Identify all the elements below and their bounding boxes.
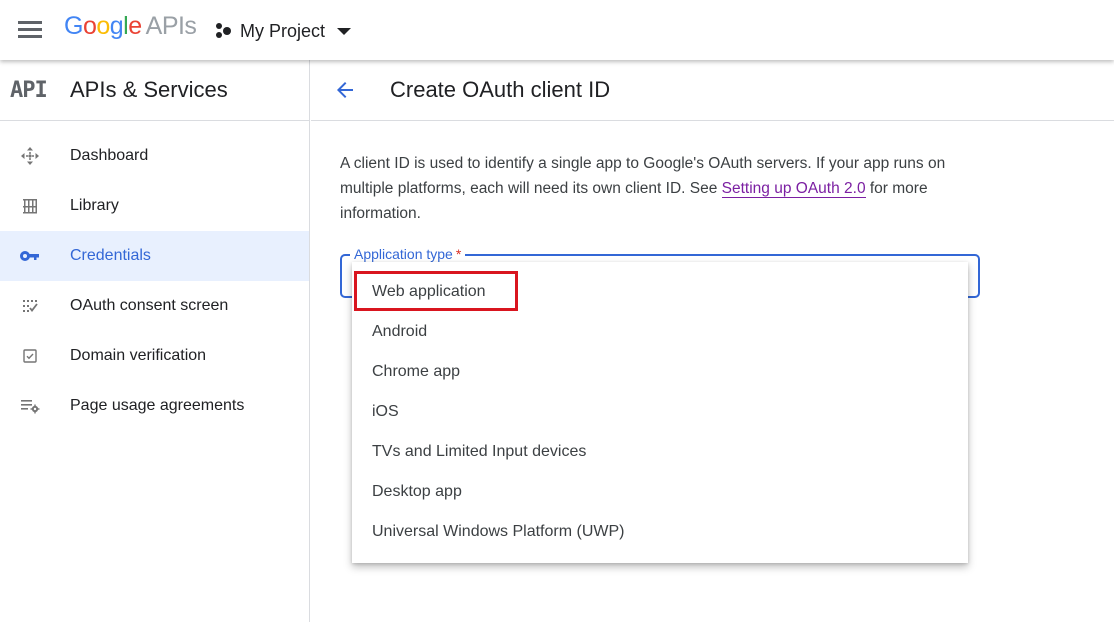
sidebar-item-credentials[interactable]: Credentials	[0, 231, 309, 281]
sidebar-item-library[interactable]: Library	[0, 181, 309, 231]
sidebar-title: APIs & Services	[70, 77, 228, 102]
setting-up-oauth-link[interactable]: Setting up OAuth 2.0	[721, 180, 866, 198]
page-header: Create OAuth client ID	[311, 60, 1114, 121]
option-tvs-limited-input[interactable]: TVs and Limited Input devices	[352, 432, 968, 472]
option-android[interactable]: Android	[352, 312, 968, 352]
google-apis-logo[interactable]: Google APIs	[64, 12, 197, 41]
option-web-application[interactable]: Web application	[352, 272, 968, 312]
arrow-back-icon	[337, 82, 353, 98]
project-selector[interactable]: My Project	[214, 20, 352, 42]
option-uwp[interactable]: Universal Windows Platform (UWP)	[352, 512, 968, 552]
sidebar-header: API APIs & Services	[0, 60, 309, 121]
hamburger-icon-bar	[18, 35, 42, 38]
hamburger-icon-bar	[18, 28, 42, 31]
logo-letter: G	[64, 12, 83, 40]
sidebar-item-label: Domain verification	[70, 347, 207, 364]
application-type-dropdown: Web application Android Chrome app iOS T…	[352, 262, 968, 563]
option-desktop-app[interactable]: Desktop app	[352, 472, 968, 512]
back-button[interactable]	[311, 60, 379, 120]
logo-letter: e	[128, 12, 142, 40]
sidebar: API APIs & Services Dashboard Library Cr…	[0, 60, 310, 622]
sidebar-nav: Dashboard Library Credentials OAuth cons…	[0, 121, 309, 431]
description: A client ID is used to identify a single…	[340, 151, 990, 226]
top-app-bar: Google APIs My Project	[0, 0, 1114, 60]
sidebar-item-label: Credentials	[70, 247, 151, 264]
sidebar-item-label: Dashboard	[70, 147, 149, 164]
page-title: Create OAuth client ID	[390, 77, 611, 102]
chevron-down-icon	[337, 27, 352, 35]
project-icon	[214, 22, 232, 40]
main-content: Create OAuth client ID A client ID is us…	[311, 60, 1114, 622]
library-icon	[0, 197, 70, 215]
sidebar-item-label: Page usage agreements	[70, 397, 245, 414]
project-name: My Project	[240, 20, 326, 41]
dashboard-icon	[0, 146, 70, 166]
option-chrome-app[interactable]: Chrome app	[352, 352, 968, 392]
hamburger-icon	[18, 21, 42, 24]
settings-list-icon	[0, 398, 70, 414]
field-label-text: Application type	[354, 246, 453, 262]
sidebar-item-label: OAuth consent screen	[70, 297, 229, 314]
logo-letter: o	[96, 12, 110, 40]
logo-letter: g	[109, 12, 124, 40]
sidebar-item-dashboard[interactable]: Dashboard	[0, 131, 309, 181]
sidebar-item-page-usage-agreements[interactable]: Page usage agreements	[0, 381, 309, 431]
consent-icon	[0, 299, 70, 313]
main-menu-button[interactable]	[18, 21, 42, 39]
sidebar-item-domain-verification[interactable]: Domain verification	[0, 331, 309, 381]
sidebar-item-label: Library	[70, 197, 119, 214]
sidebar-item-oauth-consent-screen[interactable]: OAuth consent screen	[0, 281, 309, 331]
logo-suffix: APIs	[145, 12, 197, 40]
option-ios[interactable]: iOS	[352, 392, 968, 432]
application-type-label: Application type *	[350, 246, 466, 262]
logo-letter: o	[82, 12, 97, 40]
api-logo-icon: API	[10, 77, 48, 103]
key-icon	[0, 250, 70, 262]
required-asterisk: *	[455, 246, 462, 262]
checkbox-icon	[0, 349, 70, 363]
